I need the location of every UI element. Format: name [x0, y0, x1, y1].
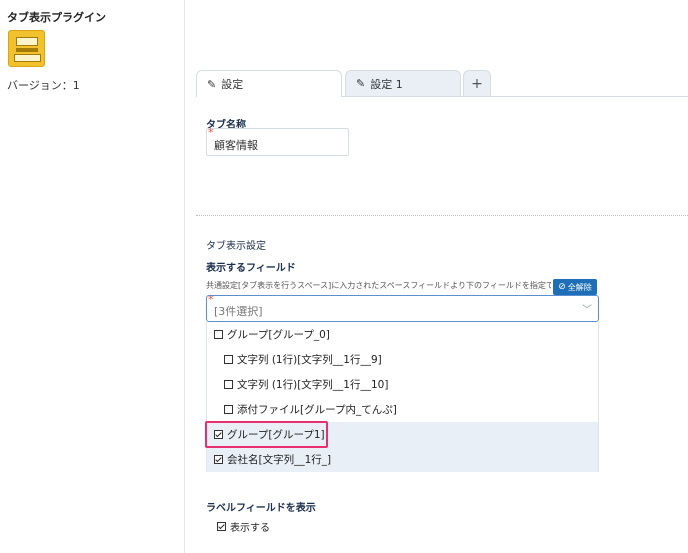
- checkbox-icon: [214, 330, 223, 339]
- checkbox-icon: [224, 355, 233, 364]
- tab-settings[interactable]: ✎ 設定: [196, 70, 342, 97]
- option-item-selected[interactable]: 会社名[文字列__1行_]: [207, 447, 598, 472]
- add-tab-button[interactable]: +: [463, 70, 491, 96]
- option-item[interactable]: 文字列 (1行)[文字列__1行__9]: [207, 347, 598, 372]
- plugin-version: バージョン：1: [7, 79, 80, 92]
- field-options-list: グループ[グループ_0] 文字列 (1行)[文字列__1行__9] 文字列 (1…: [206, 322, 599, 472]
- option-item[interactable]: 添付ファイル[グループ内_てんぷ]: [207, 397, 598, 422]
- tab-name-input[interactable]: 顧客情報: [206, 128, 349, 156]
- highlight-box: [205, 421, 328, 448]
- tab-divider: [342, 96, 688, 97]
- display-fields-select[interactable]: [3件選択] ﹀: [206, 295, 599, 322]
- checkbox-icon: [224, 405, 233, 414]
- required-marker: *: [208, 126, 214, 139]
- tab-display-section-title: タブ表示設定: [206, 241, 266, 252]
- checkbox-checked-icon: [217, 522, 226, 531]
- chevron-down-icon: ﹀: [582, 305, 592, 316]
- select-value: [3件選択]: [214, 305, 263, 318]
- section-divider: [196, 215, 688, 216]
- clear-all-label: 全解除: [567, 282, 592, 292]
- plus-icon: +: [471, 75, 483, 92]
- clear-all-button[interactable]: ⊘ 全解除: [553, 279, 597, 295]
- pencil-icon: ✎: [356, 77, 366, 90]
- plugin-sidebar: タブ表示プラグイン バージョン：1: [0, 0, 185, 553]
- tab-settings-1[interactable]: ✎ 設定 1: [345, 70, 461, 96]
- option-item[interactable]: グループ[グループ_0]: [207, 322, 598, 347]
- clear-circle-icon: ⊘: [558, 282, 566, 292]
- plugin-title: タブ表示プラグイン: [7, 11, 106, 24]
- checkbox-icon: [224, 380, 233, 389]
- checkbox-checked-icon: [214, 455, 223, 464]
- display-fields-label: 表示するフィールド: [206, 263, 296, 274]
- show-label-checkbox[interactable]: 表示する: [217, 519, 270, 534]
- pencil-icon: ✎: [207, 77, 217, 91]
- tab-label: 設定 1: [370, 77, 403, 91]
- tab-label: 設定: [221, 78, 244, 91]
- plugin-logo-icon: [8, 30, 45, 67]
- display-fields-description: 共通設定[タブ表示を行うスペース]に入力されたスペースフィールドより下のフィール…: [206, 281, 551, 290]
- required-marker: *: [208, 293, 214, 306]
- label-field-title: ラベルフィールドを表示: [206, 503, 316, 514]
- option-item[interactable]: 文字列 (1行)[文字列__1行__10]: [207, 372, 598, 397]
- show-label-text: 表示する: [230, 523, 270, 534]
